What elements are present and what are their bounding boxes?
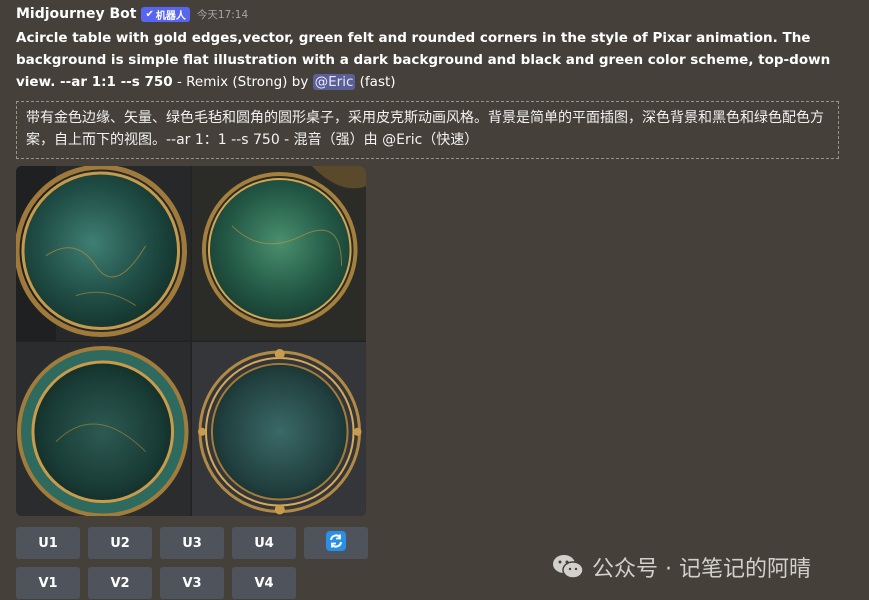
- translation-box: 带有金色边缘、矢量、绿色毛毡和圆角的圆形桌子，采用皮克斯动画风格。背景是简单的平…: [16, 101, 839, 159]
- u4-button[interactable]: U4: [232, 527, 296, 559]
- checkmark-icon: ✔: [145, 8, 154, 20]
- bot-badge-label: 机器人: [155, 10, 186, 22]
- reroll-button[interactable]: [304, 527, 368, 559]
- prompt-bold: Acircle table with gold edges,vector, gr…: [16, 30, 831, 90]
- upscale-row: U1 U2 U3 U4: [16, 527, 368, 559]
- u1-button[interactable]: U1: [16, 527, 80, 559]
- u2-button[interactable]: U2: [88, 527, 152, 559]
- u3-button[interactable]: U3: [160, 527, 224, 559]
- v4-button[interactable]: V4: [232, 567, 296, 599]
- v1-button[interactable]: V1: [16, 567, 80, 599]
- grid-image-3[interactable]: [16, 341, 191, 516]
- v2-button[interactable]: V2: [88, 567, 152, 599]
- v3-button[interactable]: V3: [160, 567, 224, 599]
- prompt-suffix: - Remix (Strong) by: [172, 74, 313, 90]
- wechat-icon: [552, 553, 584, 581]
- prompt-text: Acircle table with gold edges,vector, gr…: [16, 27, 861, 93]
- author-name[interactable]: Midjourney Bot: [16, 6, 136, 22]
- user-mention[interactable]: @Eric: [312, 74, 356, 90]
- bot-badge: ✔ 机器人: [141, 6, 190, 22]
- watermark: 公众号 · 记笔记的阿晴: [552, 551, 811, 583]
- speed-label: (fast): [355, 74, 396, 90]
- timestamp: 今天17:14: [196, 8, 249, 21]
- variation-row: V1 V2 V3 V4: [16, 567, 296, 599]
- refresh-icon: [326, 531, 346, 555]
- grid-image-4[interactable]: [191, 341, 366, 516]
- message-header: Midjourney Bot ✔ 机器人 今天17:14: [16, 4, 861, 24]
- grid-image-2[interactable]: [191, 166, 366, 341]
- image-grid[interactable]: [16, 166, 366, 516]
- watermark-text: 公众号 · 记笔记的阿晴: [592, 557, 811, 582]
- message: Midjourney Bot ✔ 机器人 今天17:14 Acircle tab…: [16, 4, 861, 159]
- grid-image-1[interactable]: [16, 166, 191, 341]
